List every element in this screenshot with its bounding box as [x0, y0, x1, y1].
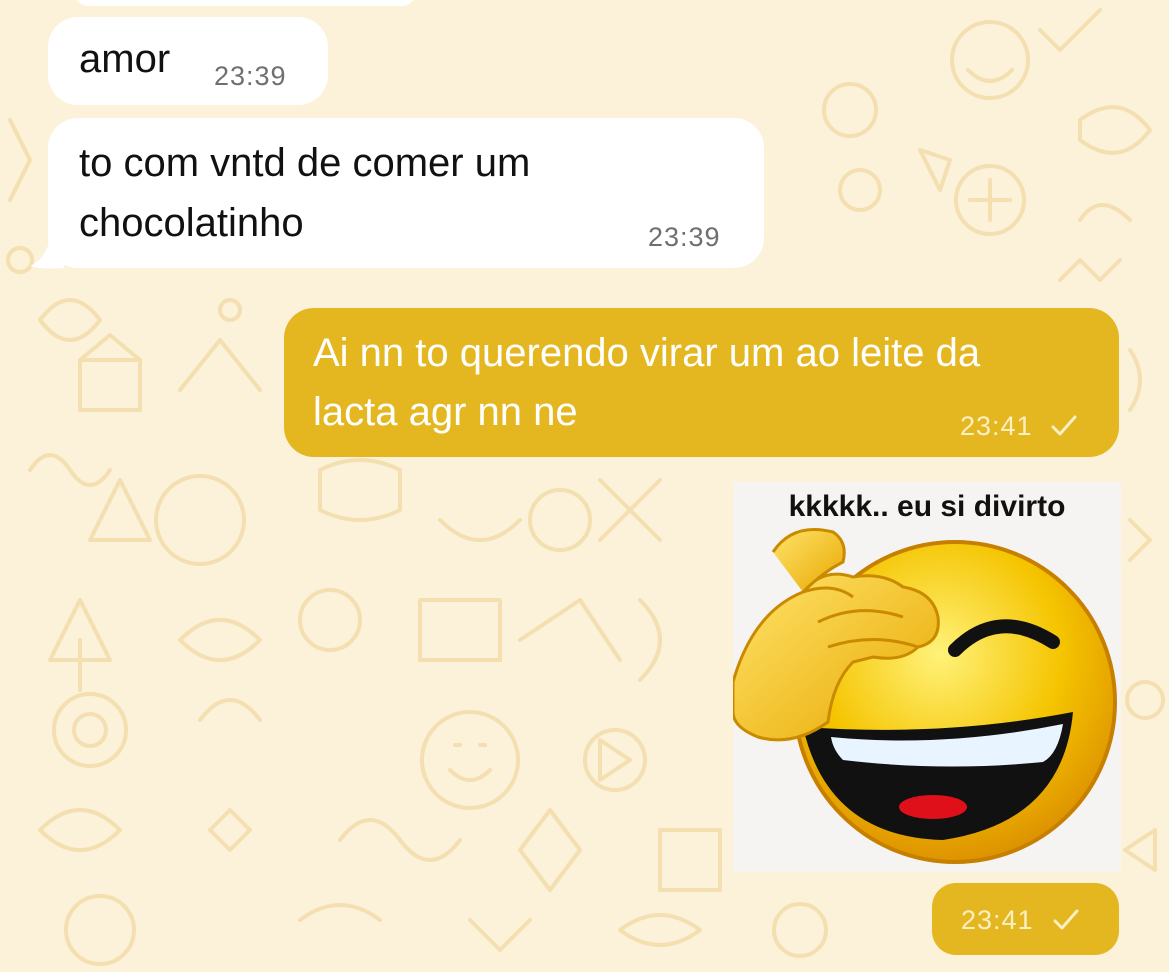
single-check-icon — [1051, 415, 1077, 436]
message-timestamp: 23:39 — [214, 61, 287, 91]
message-text-line: to com vntd de comer um — [79, 141, 531, 185]
incoming-message-bubble[interactable]: to com vntd de comer um chocolatinho 23:… — [48, 118, 764, 268]
message-timestamp: 23:39 — [648, 222, 721, 252]
message-timestamp: 23:41 — [960, 411, 1033, 441]
message-timestamp: 23:41 — [961, 905, 1034, 935]
message-text-line: Ai nn to querendo virar um ao leite da — [313, 331, 981, 375]
sticker-timestamp-pill: 23:41 — [932, 883, 1119, 955]
single-check-icon — [1053, 909, 1079, 930]
facepalm-laughing-emoji-icon — [733, 528, 1117, 864]
sticker-caption: kkkkk.. eu si divirto — [788, 490, 1066, 523]
incoming-message-bubble[interactable]: amor 23:39 — [48, 17, 328, 105]
outgoing-message-bubble[interactable]: Ai nn to querendo virar um ao leite da l… — [284, 308, 1119, 457]
message-text-line: chocolatinho — [79, 201, 304, 245]
previous-message-bubble-edge[interactable] — [75, 0, 415, 6]
message-text-line: lacta agr nn ne — [313, 390, 578, 434]
message-text: amor — [79, 37, 171, 81]
sticker-message[interactable]: kkkkk.. eu si divirto — [733, 482, 1121, 872]
